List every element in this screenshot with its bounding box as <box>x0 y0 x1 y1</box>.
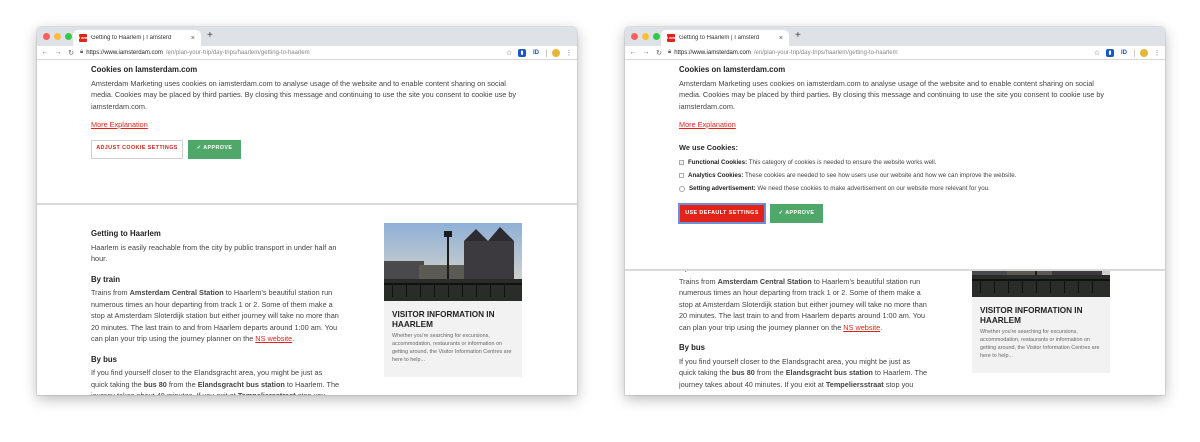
back-icon[interactable]: ← <box>629 49 637 56</box>
maximize-window-icon[interactable] <box>65 33 72 40</box>
cookie-title: Cookies on Iamsterdam.com <box>91 65 198 74</box>
cookie-banner-expanded: Cookies on Iamsterdam.com Amsterdam Mark… <box>625 60 1165 271</box>
close-window-icon[interactable] <box>631 33 638 40</box>
browser-tab[interactable]: I am Getting to Haarlem | I amsterd × <box>661 30 789 46</box>
maximize-window-icon[interactable] <box>653 33 660 40</box>
iamsterdam-favicon-icon: I am <box>79 34 88 42</box>
more-explanation-link[interactable]: More Explanation <box>91 119 148 131</box>
back-icon[interactable]: ← <box>41 49 49 56</box>
cookie-buttons: USE DEFAULT SETTINGS ✓ APPROVE <box>678 203 1111 224</box>
card-text: Whether you're searching for excursions,… <box>980 329 1100 359</box>
cookie-body: Amsterdam Marketing uses cookies on iams… <box>91 78 517 111</box>
heading-by-bus: By bus <box>679 343 705 352</box>
menu-icon[interactable]: ⋮ <box>565 49 573 57</box>
train-paragraph: Trains from Amsterdam Central Station to… <box>679 276 927 332</box>
url-host: https://www.iamsterdam.com <box>86 49 163 56</box>
id-extension-icon[interactable]: ID <box>1119 49 1129 57</box>
cookie-title: Cookies on Iamsterdam.com <box>679 65 786 74</box>
new-tab-button[interactable]: + <box>795 30 801 41</box>
visitor-info-card[interactable]: VISITOR INFORMATION IN HAARLEM Whether y… <box>384 223 522 377</box>
url-host: https://www.iamsterdam.com <box>674 49 751 56</box>
tab-title: Getting to Haarlem | I amsterd <box>91 35 172 41</box>
profile-avatar-icon[interactable] <box>1140 48 1148 57</box>
tab-bar: I am Getting to Haarlem | I amsterd × + <box>37 27 577 46</box>
lock-icon: 🔒︎ <box>668 49 672 55</box>
cookie-banner: Cookies on Iamsterdam.com Amsterdam Mark… <box>37 60 577 205</box>
browser-window-right: I am Getting to Haarlem | I amsterd × + … <box>625 27 1165 395</box>
extension-icon[interactable]: ▮ <box>1106 48 1114 57</box>
minimize-window-icon[interactable] <box>54 33 61 40</box>
address-bar: ← → ↻ 🔒︎ https://www.iamsterdam.com/en/p… <box>625 46 1165 60</box>
iamsterdam-favicon-icon: I am <box>667 34 676 42</box>
ns-website-link[interactable]: NS website <box>255 334 292 343</box>
url-field[interactable]: 🔒︎ https://www.iamsterdam.com/en/plan-yo… <box>668 49 1088 56</box>
tab-close-icon[interactable]: × <box>191 35 195 42</box>
train-paragraph: Trains from Amsterdam Central Station to… <box>91 288 339 343</box>
menu-icon[interactable]: ⋮ <box>1153 49 1161 57</box>
heading-by-train: By train <box>91 274 121 284</box>
close-window-icon[interactable] <box>43 33 50 40</box>
advertisement-radio[interactable] <box>679 185 685 192</box>
toolbar-divider <box>546 48 547 57</box>
approve-button[interactable]: ✓ APPROVE <box>770 204 823 223</box>
page-viewport: VISITOR INFORMATION IN HAARLEM Whether y… <box>625 60 1165 395</box>
tab-bar: I am Getting to Haarlem | I amsterd × + <box>625 27 1165 46</box>
advertisement-cookies-option: Setting advertisement: We need these coo… <box>679 182 1111 195</box>
haarlem-photo <box>384 223 522 301</box>
heading-getting-to-haarlem: Getting to Haarlem <box>91 229 161 238</box>
tab-title: Getting to Haarlem | I amsterd <box>679 35 760 41</box>
analytics-checkbox[interactable] <box>679 173 684 178</box>
cookie-buttons: ADJUST COOKIE SETTINGS ✓ APPROVE <box>91 139 523 159</box>
approve-button[interactable]: ✓ APPROVE <box>188 139 241 159</box>
cookie-body: Amsterdam Marketing uses cookies on iams… <box>679 78 1105 111</box>
url-field[interactable]: 🔒︎ https://www.iamsterdam.com/en/plan-yo… <box>80 49 500 56</box>
ns-website-link[interactable]: NS website <box>843 323 880 332</box>
functional-checkbox[interactable]: ✓ <box>679 160 684 165</box>
forward-icon[interactable]: → <box>54 49 62 56</box>
card-title: VISITOR INFORMATION IN HAARLEM <box>392 310 495 329</box>
analytics-cookies-option: Analytics Cookies: These cookies are nee… <box>679 169 1111 182</box>
card-text: Whether you're searching for excursions,… <box>392 333 512 363</box>
tab-close-icon[interactable]: × <box>779 35 783 42</box>
url-path: /en/plan-your-trip/day-trips/haarlem/get… <box>753 49 898 56</box>
article-content: Getting to Haarlem Haarlem is easily rea… <box>91 219 341 395</box>
id-extension-icon[interactable]: ID <box>531 49 541 57</box>
article-content: By train Trains from Amsterdam Central S… <box>679 253 929 390</box>
star-icon[interactable]: ☆ <box>505 49 513 57</box>
heading-by-bus: By bus <box>91 354 117 364</box>
adjust-cookie-settings-button[interactable]: ADJUST COOKIE SETTINGS <box>91 139 183 159</box>
star-icon[interactable]: ☆ <box>1093 49 1101 57</box>
use-default-settings-button[interactable]: USE DEFAULT SETTINGS <box>678 203 766 224</box>
browser-window-left: I am Getting to Haarlem | I amsterd × + … <box>37 27 577 395</box>
toolbar-divider <box>1134 48 1135 57</box>
profile-avatar-icon[interactable] <box>552 48 560 57</box>
extension-icon[interactable]: ▮ <box>518 48 526 57</box>
functional-cookies-option: ✓ Functional Cookies: This category of c… <box>679 159 937 166</box>
bus-paragraph: If you find yourself closer to the Eland… <box>91 368 340 395</box>
address-bar: ← → ↻ 🔒︎ https://www.iamsterdam.com/en/p… <box>37 46 577 60</box>
page-viewport: Cookies on Iamsterdam.com Amsterdam Mark… <box>37 60 577 395</box>
url-path: /en/plan-your-trip/day-trips/haarlem/get… <box>165 49 310 56</box>
card-title: VISITOR INFORMATION IN HAARLEM <box>980 306 1083 325</box>
reload-icon[interactable]: ↻ <box>655 49 663 57</box>
reload-icon[interactable]: ↻ <box>67 49 75 57</box>
intro-paragraph: Haarlem is easily reachable from the cit… <box>91 242 337 264</box>
new-tab-button[interactable]: + <box>207 30 213 41</box>
lock-icon: 🔒︎ <box>80 49 84 55</box>
we-use-cookies-heading: We use Cookies: <box>679 142 739 152</box>
window-controls <box>43 33 72 40</box>
minimize-window-icon[interactable] <box>642 33 649 40</box>
more-explanation-link[interactable]: More Explanation <box>679 119 736 131</box>
window-controls <box>631 33 660 40</box>
bus-paragraph: If you find yourself closer to the Eland… <box>679 356 928 389</box>
forward-icon[interactable]: → <box>642 49 650 56</box>
browser-tab[interactable]: I am Getting to Haarlem | I amsterd × <box>73 30 201 46</box>
